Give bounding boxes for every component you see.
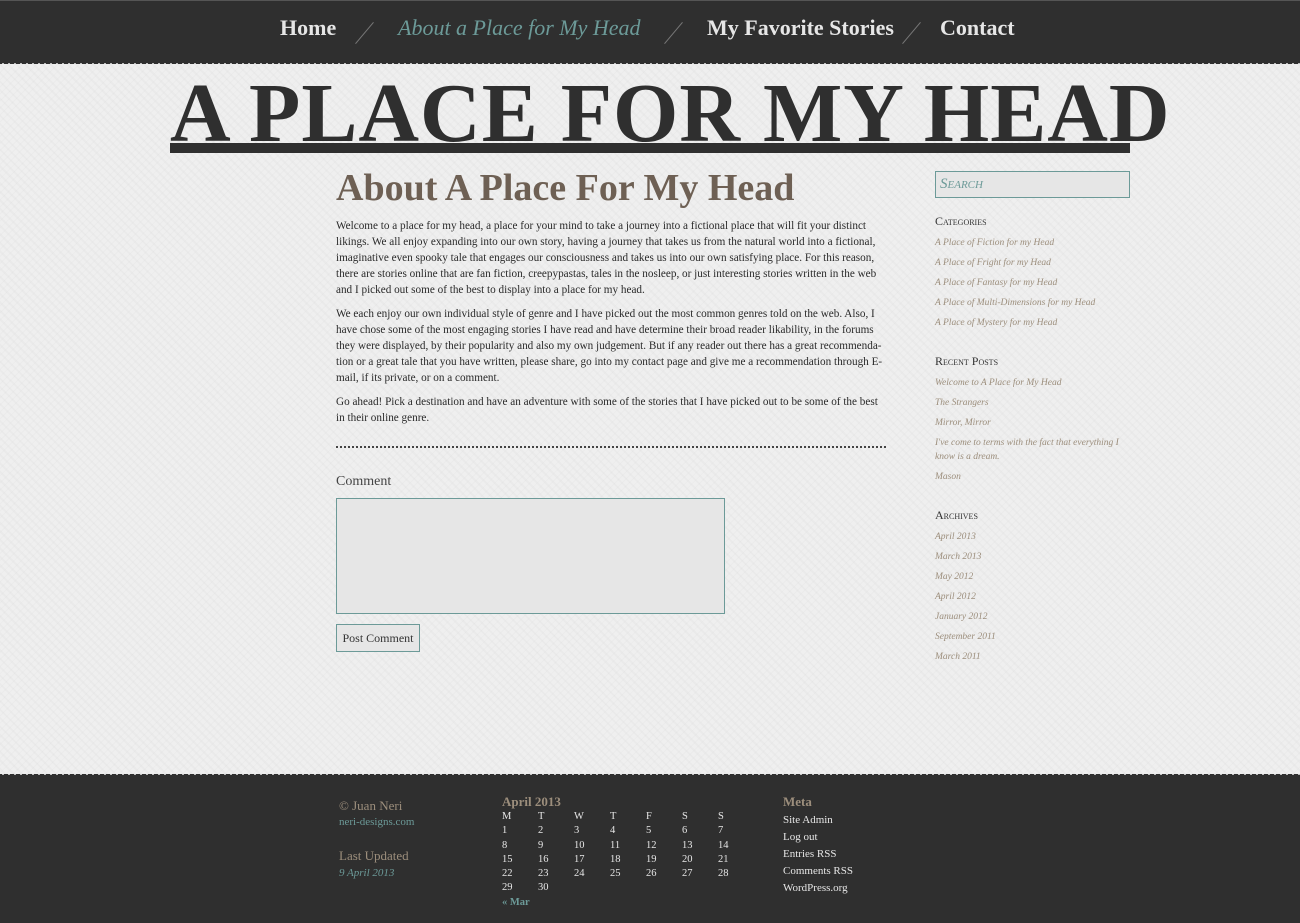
calendar-day-cell: 14 xyxy=(718,839,729,851)
calendar-prev-month-link[interactable]: « Mar xyxy=(502,897,752,908)
footer: © Juan Neri neri-designs.com Last Update… xyxy=(0,774,1300,923)
archive-link[interactable]: September 2011 xyxy=(935,630,1135,644)
archive-link[interactable]: March 2011 xyxy=(935,650,1135,664)
meta-link[interactable]: Log out xyxy=(783,829,853,846)
recent-posts-title: Recent Posts xyxy=(935,354,999,368)
main-nav: Home About a Place for My Head My Favori… xyxy=(0,1,1300,59)
calendar-day-cell: 1 xyxy=(502,825,508,837)
nav-item-contact[interactable]: Contact xyxy=(940,15,1015,41)
calendar-day-cell: 3 xyxy=(574,825,580,837)
paragraph-go-ahead: Go ahead! Pick a destination and have an… xyxy=(336,396,878,424)
paragraph-genres: We each enjoy our own individual style o… xyxy=(336,308,883,384)
meta-title: Meta xyxy=(783,794,812,809)
calendar-day-header: M xyxy=(502,811,512,822)
nav-item-about[interactable]: About a Place for My Head xyxy=(398,15,641,41)
calendar-day-header: S xyxy=(718,811,724,822)
nav-separator xyxy=(664,21,683,45)
recent-post-link[interactable]: Welcome to A Place for My Head xyxy=(935,376,1135,390)
recent-posts-widget: Recent Posts Welcome to A Place for My H… xyxy=(935,354,1135,490)
calendar-day-cell: 18 xyxy=(610,853,621,865)
calendar-day-cell: 12 xyxy=(646,839,657,851)
category-link[interactable]: A Place of Mystery for my Head xyxy=(935,316,1135,330)
calendar-day-header: S xyxy=(682,811,688,822)
calendar-day-cell: 24 xyxy=(574,868,585,880)
calendar-day-cell: 8 xyxy=(502,839,508,851)
calendar-day-cell: 7 xyxy=(718,825,724,837)
archives-widget: Archives April 2013 March 2013 May 2012 … xyxy=(935,508,1135,670)
calendar-day-cell: 20 xyxy=(682,853,693,865)
content-divider xyxy=(336,446,886,448)
search-input[interactable] xyxy=(935,171,1130,198)
calendar-day-cell: 21 xyxy=(718,853,729,865)
paragraph-intro: Welcome to a place for my head, a place … xyxy=(336,220,877,296)
calendar-day-cell: 27 xyxy=(682,868,693,880)
calendar-day-cell: 19 xyxy=(646,853,657,865)
archive-link[interactable]: January 2012 xyxy=(935,610,1135,624)
top-nav-bar: Home About a Place for My Head My Favori… xyxy=(0,0,1300,64)
recent-post-link[interactable]: The Strangers xyxy=(935,396,1135,410)
footer-calendar: April 2013 M T W T F S S 1 2 3 4 5 6 7 8 9 10 11 12 13 14 15 1… xyxy=(502,794,752,908)
calendar-day-header: T xyxy=(610,811,617,822)
calendar-day-cell: 15 xyxy=(502,853,513,865)
calendar-day-cell: 23 xyxy=(538,868,549,880)
footer-meta: Meta Site Admin Log out Entries RSS Comm… xyxy=(783,794,853,897)
nav-separator xyxy=(902,21,921,45)
recent-post-link[interactable]: I've come to terms with the fact that ev… xyxy=(935,436,1135,464)
calendar-day-cell: 11 xyxy=(610,839,621,851)
calendar-day-cell: 17 xyxy=(574,853,585,865)
archive-link[interactable]: April 2012 xyxy=(935,590,1135,604)
calendar-day-cell: 9 xyxy=(538,839,544,851)
calendar-day-cell: 30 xyxy=(538,882,549,894)
post-comment-button[interactable]: Post Comment xyxy=(336,624,420,652)
calendar-day-cell: 16 xyxy=(538,853,549,865)
archives-title: Archives xyxy=(935,508,978,522)
calendar-title: April 2013 xyxy=(502,794,561,809)
calendar-day-header: T xyxy=(538,811,545,822)
calendar-day-cell: 29 xyxy=(502,882,513,894)
footer-last-updated-date: 9 April 2013 xyxy=(339,867,395,879)
comment-label: Comment xyxy=(336,474,392,489)
main-content: About A Place For My Head Welcome to a p… xyxy=(336,164,886,434)
page-title: About A Place For My Head xyxy=(336,167,795,209)
calendar-day-cell: 4 xyxy=(610,825,616,837)
nav-zigzag-edge xyxy=(0,58,1300,64)
category-link[interactable]: A Place of Fiction for my Head xyxy=(935,236,1135,250)
comment-textarea[interactable] xyxy=(336,498,725,614)
calendar-day-cell: 5 xyxy=(646,825,652,837)
calendar-grid: M T W T F S S 1 2 3 4 5 6 7 8 9 10 11 12 13 14 15 16 17 18 19 20 21… xyxy=(502,810,752,896)
recent-post-link[interactable]: Mirror, Mirror xyxy=(935,416,1135,430)
categories-title: Categories xyxy=(935,214,987,228)
archive-link[interactable]: May 2012 xyxy=(935,570,1135,584)
calendar-day-cell: 10 xyxy=(574,839,585,851)
footer-site-link[interactable]: neri-designs.com xyxy=(339,816,414,828)
archive-link[interactable]: March 2013 xyxy=(935,550,1135,564)
calendar-day-cell: 13 xyxy=(682,839,693,851)
meta-link[interactable]: Site Admin xyxy=(783,812,853,829)
calendar-day-header: F xyxy=(646,811,652,822)
nav-separator xyxy=(355,21,374,45)
calendar-day-cell: 22 xyxy=(502,868,513,880)
calendar-day-cell: 6 xyxy=(682,825,688,837)
category-link[interactable]: A Place of Fantasy for my Head xyxy=(935,276,1135,290)
meta-link[interactable]: WordPress.org xyxy=(783,880,853,897)
calendar-day-cell: 28 xyxy=(718,868,729,880)
category-link[interactable]: A Place of Multi-Dimensions for my Head xyxy=(935,296,1135,310)
nav-item-favorite-stories[interactable]: My Favorite Stories xyxy=(707,15,894,41)
calendar-day-cell: 25 xyxy=(610,868,621,880)
category-link[interactable]: A Place of Fright for my Head xyxy=(935,256,1135,270)
meta-link[interactable]: Comments RSS xyxy=(783,863,853,880)
calendar-day-cell: 26 xyxy=(646,868,657,880)
meta-link[interactable]: Entries RSS xyxy=(783,846,853,863)
footer-last-updated-label: Last Updated xyxy=(339,848,409,863)
calendar-day-header: W xyxy=(574,811,584,822)
calendar-day-cell: 2 xyxy=(538,825,544,837)
footer-zigzag-edge xyxy=(0,774,1300,780)
archive-link[interactable]: April 2013 xyxy=(935,530,1135,544)
recent-post-link[interactable]: Mason xyxy=(935,470,1135,484)
footer-copyright: © Juan Neri xyxy=(339,798,403,813)
title-underline xyxy=(170,143,1130,153)
nav-item-home[interactable]: Home xyxy=(280,15,336,41)
categories-widget: Categories A Place of Fiction for my Hea… xyxy=(935,214,1135,336)
